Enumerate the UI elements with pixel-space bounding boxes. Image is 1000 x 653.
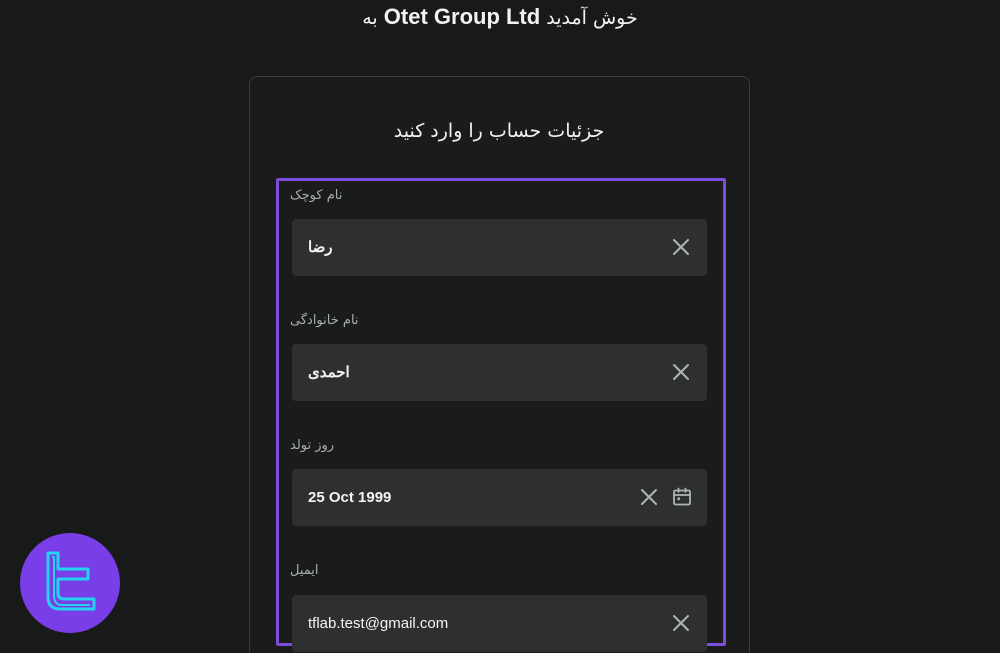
email-label: ایمیل — [290, 563, 319, 578]
birthday-input[interactable] — [308, 469, 638, 526]
clear-icon[interactable] — [638, 486, 660, 508]
form-title: جزئیات حساب را وارد کنید — [393, 120, 605, 142]
birthday-field[interactable] — [292, 469, 707, 526]
logo-glyph-icon — [46, 551, 96, 611]
brand-name: Otet Group Ltd — [383, 4, 541, 29]
last-name-input[interactable] — [308, 344, 638, 401]
email-input[interactable] — [308, 595, 638, 652]
page: خوش آمدید Otet Group Ltd به جزئیات حساب … — [0, 0, 1000, 653]
clear-icon[interactable] — [670, 361, 692, 383]
clear-icon[interactable] — [670, 612, 692, 634]
calendar-icon[interactable] — [671, 486, 693, 508]
first-name-input[interactable] — [308, 219, 638, 276]
tflab-logo — [20, 533, 120, 633]
welcome-prefix: خوش آمدید — [546, 7, 638, 29]
first-name-field[interactable] — [292, 219, 707, 276]
welcome-heading: خوش آمدید Otet Group Ltd به — [0, 4, 1000, 30]
last-name-label: نام خانوادگی — [290, 313, 359, 328]
clear-icon[interactable] — [670, 236, 692, 258]
first-name-label: نام کوچک — [290, 188, 343, 203]
email-field[interactable] — [292, 595, 707, 652]
last-name-field[interactable] — [292, 344, 707, 401]
birthday-label: روز تولد — [290, 438, 335, 453]
welcome-suffix: به — [362, 7, 378, 29]
